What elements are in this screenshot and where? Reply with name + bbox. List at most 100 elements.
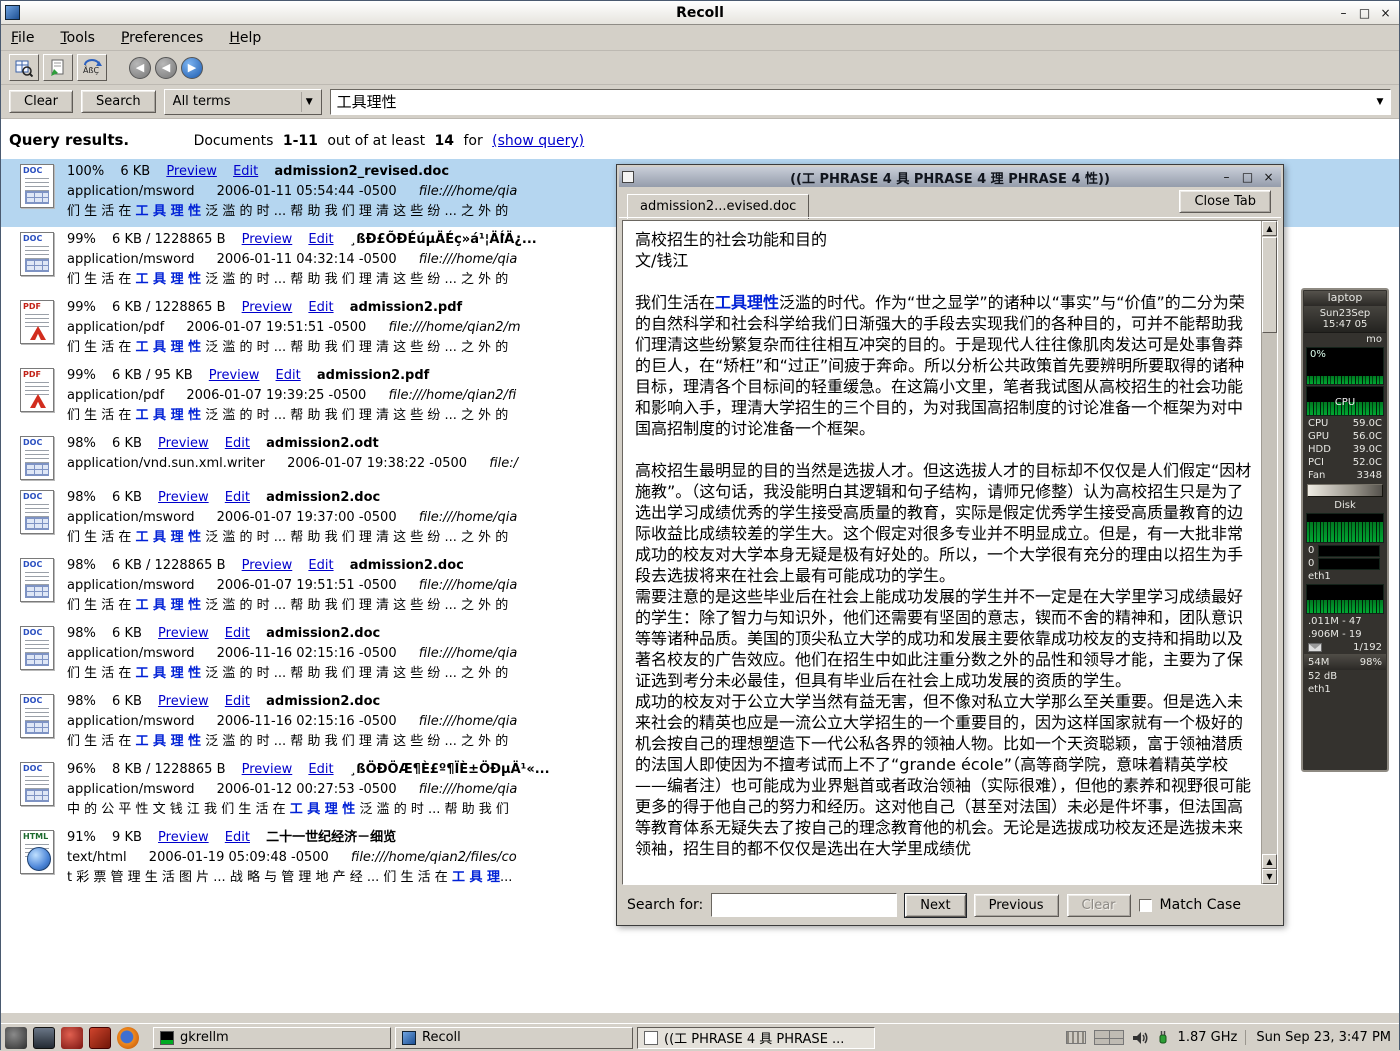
search-button[interactable]: Search bbox=[81, 90, 156, 113]
preview-link[interactable]: Preview bbox=[158, 626, 209, 641]
result-mimetype: application/msword bbox=[67, 578, 194, 593]
cpu-percent: 0% bbox=[1310, 349, 1326, 360]
preview-link[interactable]: Preview bbox=[166, 164, 217, 179]
net-chart bbox=[1306, 584, 1384, 614]
scrollbar-thumb[interactable] bbox=[1262, 237, 1277, 333]
pdf-file-icon: PDF bbox=[20, 368, 54, 412]
package-icon[interactable] bbox=[89, 1027, 111, 1049]
edit-link[interactable]: Edit bbox=[308, 762, 333, 777]
preview-link[interactable]: Preview bbox=[242, 300, 293, 315]
history-dropdown-icon[interactable]: ▼ bbox=[1371, 92, 1389, 112]
preview-link[interactable]: Preview bbox=[242, 232, 293, 247]
document-icon[interactable] bbox=[43, 54, 73, 81]
edit-link[interactable]: Edit bbox=[276, 368, 301, 383]
preview-link[interactable]: Preview bbox=[242, 558, 293, 573]
preview-link[interactable]: Preview bbox=[209, 368, 260, 383]
menu-preferences[interactable]: Preferences bbox=[121, 30, 203, 46]
edit-link[interactable]: Edit bbox=[308, 300, 333, 315]
preview-search-input[interactable] bbox=[711, 893, 897, 917]
result-icon-cell: DOC bbox=[7, 556, 67, 616]
edit-link[interactable]: Edit bbox=[225, 626, 250, 641]
result-relevance: 96% bbox=[67, 762, 96, 777]
preview-link[interactable]: Preview bbox=[158, 490, 209, 505]
preview-title: ((工 PHRASE 4 具 PHRASE 4 理 PHRASE 4 性)) bbox=[617, 168, 1283, 187]
preview-next-button[interactable]: Next bbox=[905, 894, 965, 917]
show-query-link[interactable]: (show query) bbox=[492, 133, 584, 149]
preview-titlebar[interactable]: ((工 PHRASE 4 具 PHRASE 4 理 PHRASE 4 性)) –… bbox=[619, 167, 1281, 187]
preview-link[interactable]: Preview bbox=[158, 830, 209, 845]
edit-link[interactable]: Edit bbox=[308, 232, 333, 247]
claw-icon[interactable] bbox=[5, 1027, 27, 1049]
preview-minimize-button[interactable]: – bbox=[1217, 168, 1236, 186]
out-of-label: out of at least bbox=[327, 133, 425, 149]
edit-link[interactable]: Edit bbox=[233, 164, 258, 179]
preview-text-area[interactable]: 高校招生的社会功能和目的文/钱江我们生活在工具理性泛滥的时代。作为“世之显学”的… bbox=[622, 220, 1278, 885]
preview-link[interactable]: Preview bbox=[242, 762, 293, 777]
edit-link[interactable]: Edit bbox=[308, 558, 333, 573]
clear-button[interactable]: Clear bbox=[9, 90, 73, 113]
search-mode-combobox[interactable]: All terms ▼ bbox=[164, 89, 322, 115]
preview-previous-button[interactable]: Previous bbox=[974, 894, 1059, 917]
power-plug-icon[interactable] bbox=[1156, 1030, 1170, 1046]
fan-krell-slider[interactable] bbox=[1307, 484, 1383, 497]
edit-link[interactable]: Edit bbox=[225, 694, 250, 709]
terminal-icon[interactable] bbox=[33, 1027, 55, 1049]
preview-scrollbar[interactable]: ▲ ▲ ▼ bbox=[1261, 221, 1277, 884]
maximize-button[interactable]: □ bbox=[1355, 4, 1374, 22]
result-date: 2006-01-12 00:27:53 -0500 bbox=[217, 782, 397, 797]
edit-link[interactable]: Edit bbox=[225, 830, 250, 845]
file-icon-label: DOC bbox=[23, 166, 42, 175]
task-gkrellm[interactable]: gkrellm bbox=[153, 1027, 391, 1049]
result-filename: admission2.pdf bbox=[317, 368, 429, 383]
result-url: file:///home/qian2/fi bbox=[388, 388, 516, 403]
menu-help[interactable]: Help bbox=[229, 30, 261, 46]
workspace-pager[interactable] bbox=[1094, 1030, 1124, 1045]
preview-clear-button[interactable]: Clear bbox=[1067, 894, 1131, 917]
minimize-button[interactable]: – bbox=[1334, 4, 1353, 22]
task-preview[interactable]: ((工 PHRASE 4 具 PHRASE ... bbox=[637, 1027, 875, 1049]
preview-paragraph: 需要注意的是这些毕业后在社会上能成功发展的学生并不一定是在大学里学习成绩最好的学… bbox=[635, 586, 1253, 691]
firefox-icon[interactable] bbox=[117, 1027, 139, 1049]
toolbar: ÂßÇ ◀ ◀ ▶ bbox=[1, 51, 1399, 85]
result-mimetype: application/pdf bbox=[67, 320, 164, 335]
preview-link[interactable]: Preview bbox=[158, 694, 209, 709]
gkrellm-panel[interactable]: laptop Sun23Sep 15:47 05 mo 0% CPU CPU59… bbox=[1301, 288, 1389, 772]
menu-file[interactable]: File bbox=[11, 30, 34, 46]
close-button[interactable]: × bbox=[1376, 4, 1395, 22]
snippet-post: 泛 滥 的 时 ... 帮 助 我 们 理 清 这 些 纷 ... 之 外 的 bbox=[201, 204, 508, 219]
match-case-checkbox[interactable] bbox=[1139, 899, 1152, 912]
media-player-icon[interactable] bbox=[61, 1027, 83, 1049]
keyboard-layout-icon[interactable] bbox=[1066, 1031, 1086, 1044]
term-explorer-icon[interactable]: ÂßÇ bbox=[77, 54, 107, 81]
scroll-up-icon[interactable]: ▲ bbox=[1262, 221, 1277, 236]
preview-link[interactable]: Preview bbox=[158, 436, 209, 451]
search-input[interactable] bbox=[330, 89, 1391, 115]
titlebar[interactable]: Recoll – □ × bbox=[1, 1, 1399, 25]
nav-forward-icon[interactable]: ▶ bbox=[181, 57, 203, 79]
scroll-down-icon[interactable]: ▼ bbox=[1262, 869, 1277, 884]
preview-tab[interactable]: admission2...evised.doc bbox=[627, 194, 809, 219]
edit-link[interactable]: Edit bbox=[225, 490, 250, 505]
preview-maximize-button[interactable]: □ bbox=[1238, 168, 1257, 186]
taskbar-clock: Sun Sep 23, 3:47 PM bbox=[1245, 1030, 1391, 1045]
result-url: file:///home/qian2/m bbox=[388, 320, 520, 335]
nav-first-icon[interactable]: ◀ bbox=[129, 57, 151, 79]
preview-close-button[interactable]: × bbox=[1259, 168, 1278, 186]
close-tab-button[interactable]: Close Tab bbox=[1179, 190, 1271, 213]
menu-tools[interactable]: Tools bbox=[60, 30, 95, 46]
result-body: 98% 6 KB Preview Edit admission2.doc app… bbox=[67, 692, 517, 752]
nav-back-icon[interactable]: ◀ bbox=[155, 57, 177, 79]
doc-file-icon: DOC bbox=[20, 232, 54, 276]
cpu-spark bbox=[1307, 376, 1383, 384]
edit-link[interactable]: Edit bbox=[225, 436, 250, 451]
volume-icon[interactable] bbox=[1132, 1031, 1148, 1045]
result-body: 100% 6 KB Preview Edit admission2_revise… bbox=[67, 162, 517, 222]
scroll-up2-icon[interactable]: ▲ bbox=[1262, 854, 1277, 869]
task-recoll[interactable]: Recoll bbox=[395, 1027, 633, 1049]
preview-window-icon bbox=[622, 171, 634, 183]
query-detail-icon[interactable] bbox=[9, 54, 39, 81]
search-row: Clear Search All terms ▼ ▼ bbox=[1, 85, 1399, 119]
fan-row: Fan3348 bbox=[1304, 469, 1386, 482]
result-date: 2006-11-16 02:15:16 -0500 bbox=[217, 714, 397, 729]
snippet-highlight: 工 具 理 性 bbox=[136, 734, 202, 749]
